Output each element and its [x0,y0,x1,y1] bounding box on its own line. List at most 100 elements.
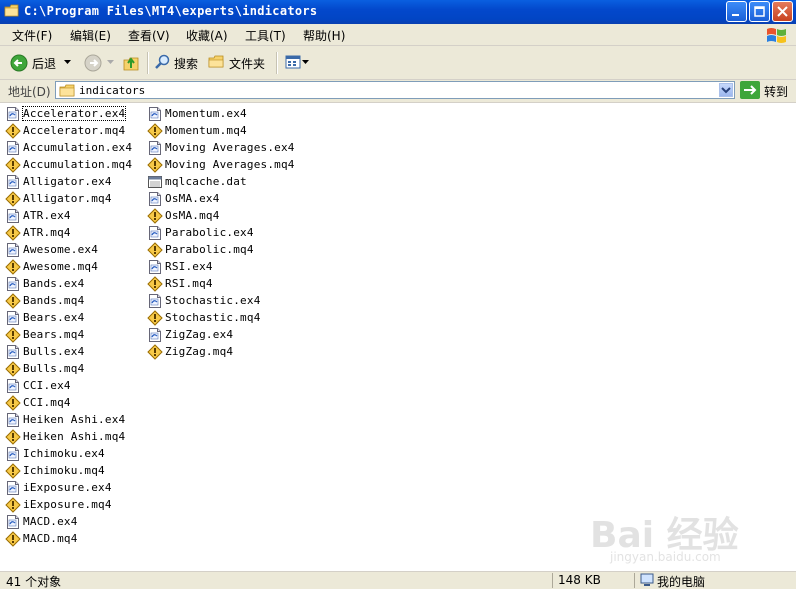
source-file-icon [147,242,163,258]
executable-file-icon [7,447,19,461]
menu-favorites[interactable]: 收藏(A) [186,27,228,44]
folder-icon [4,4,19,17]
views-dropdown-icon [302,60,309,64]
search-icon [155,54,170,69]
folders-icon [208,55,224,68]
file-name: OsMA.mq4 [165,209,220,222]
file-name: OsMA.ex4 [165,192,220,205]
source-file-icon [5,123,21,139]
executable-file-icon [149,226,161,240]
title-bar: C:\Program Files\MT4\experts\indicators [0,0,796,24]
file-name: CCI.ex4 [23,379,71,392]
file-name: ATR.ex4 [23,209,71,222]
file-name: MACD.ex4 [23,515,78,528]
source-file-icon [5,259,21,275]
file-name: Momentum.mq4 [165,124,247,137]
executable-file-icon [149,260,161,274]
minimize-icon [732,14,739,16]
executable-file-icon [7,209,19,223]
file-name: iExposure.ex4 [23,481,112,494]
toolbar-separator [276,52,278,74]
source-file-icon [5,191,21,207]
source-file-icon [5,225,21,241]
views-icon [285,55,301,69]
source-file-icon [5,327,21,343]
file-name: Accumulation.ex4 [23,141,133,154]
file-name: Alligator.ex4 [23,175,112,188]
file-name: MACD.mq4 [23,532,78,545]
executable-file-icon [7,515,19,529]
file-name: Bears.mq4 [23,328,85,341]
file-name: Stochastic.mq4 [165,311,261,324]
baidu-jingyan-watermark: Bai 经验 jingyan.baidu.com [590,506,790,570]
source-file-icon [147,344,163,360]
go-button[interactable]: 转到 [764,83,788,100]
close-button[interactable] [772,1,793,22]
address-dropdown-button[interactable] [719,83,733,97]
windows-logo-icon [767,28,786,43]
file-name: Heiken Ashi.mq4 [23,430,126,443]
folder-icon [59,84,75,97]
file-name: Awesome.ex4 [23,243,99,256]
file-name: Accumulation.mq4 [23,158,133,171]
file-list: Accelerator.ex4 Accelerator.mq4 Accumulati… [0,103,796,571]
source-file-icon [5,463,21,479]
chevron-down-icon [721,87,731,94]
executable-file-icon [7,277,19,291]
file-name: Moving Averages.mq4 [165,158,295,171]
window-title: C:\Program Files\MT4\experts\indicators [24,4,318,18]
address-label: 地址(D) [8,85,51,99]
file-name: Parabolic.ex4 [165,226,254,239]
executable-file-icon [7,379,19,393]
file-name: mqlcache.dat [165,175,247,188]
menu-bar: 文件(F) 编辑(E) 查看(V) 收藏(A) 工具(T) 帮助(H) [0,24,796,46]
back-dropdown-icon[interactable] [64,60,71,65]
source-file-icon [5,293,21,309]
address-input[interactable]: indicators [55,81,735,99]
file-name: RSI.mq4 [165,277,213,290]
forward-dropdown-icon[interactable] [107,60,114,65]
menu-edit[interactable]: 编辑(E) [70,27,111,44]
file-name: Bulls.mq4 [23,362,85,375]
executable-file-icon [7,107,19,121]
source-file-icon [5,429,21,445]
file-name: Alligator.mq4 [23,192,112,205]
menu-file[interactable]: 文件(F) [12,27,52,44]
minimize-button[interactable] [726,1,747,22]
go-arrow-icon[interactable] [740,81,760,99]
file-name: Moving Averages.ex4 [165,141,295,154]
menu-tools[interactable]: 工具(T) [245,27,286,44]
file-name: Bands.ex4 [23,277,85,290]
file-name: iExposure.mq4 [23,498,112,511]
search-label: 搜索 [174,57,199,71]
menu-view[interactable]: 查看(V) [128,27,170,44]
file-name: Awesome.mq4 [23,260,99,273]
file-name: Stochastic.ex4 [165,294,261,307]
source-file-icon [5,395,21,411]
back-label: 后退 [32,57,57,71]
source-file-icon [147,123,163,139]
data-file-icon [148,176,162,188]
executable-file-icon [149,192,161,206]
executable-file-icon [149,328,161,342]
executable-file-icon [7,481,19,495]
source-file-icon [147,310,163,326]
file-name: Bands.mq4 [23,294,85,307]
maximize-button[interactable] [749,1,770,22]
status-location: 我的电脑 [657,575,706,589]
executable-file-icon [149,107,161,121]
file-name: Accelerator.ex4 [21,106,127,121]
file-name: Parabolic.mq4 [165,243,254,256]
back-arrow-icon [10,54,28,72]
up-folder-icon[interactable] [122,54,140,72]
file-name: RSI.ex4 [165,260,213,273]
file-name: Heiken Ashi.ex4 [23,413,126,426]
source-file-icon [5,531,21,547]
status-divider [552,573,553,588]
executable-file-icon [7,311,19,325]
executable-file-icon [149,294,161,308]
close-icon [777,6,788,17]
menu-help[interactable]: 帮助(H) [303,27,345,44]
forward-arrow-icon[interactable] [84,54,102,72]
executable-file-icon [7,345,19,359]
